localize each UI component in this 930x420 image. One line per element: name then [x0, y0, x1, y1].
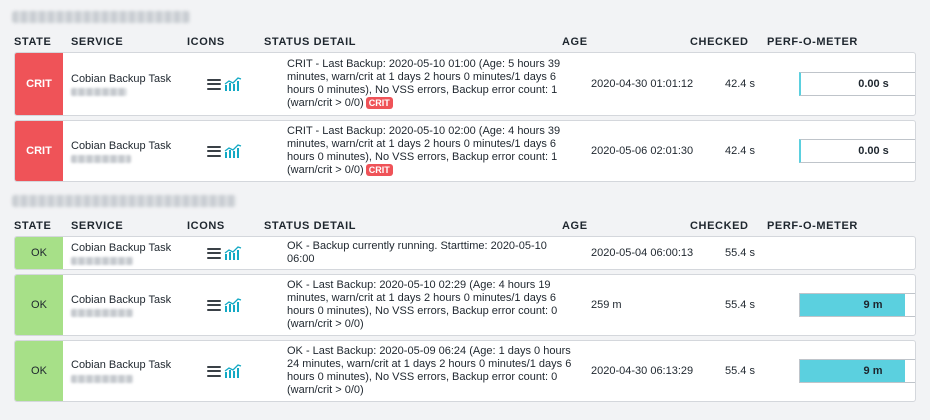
- perf-cell: 0.00 s: [799, 121, 915, 181]
- graph-icon[interactable]: [224, 246, 242, 260]
- status-detail-cell: OK - Last Backup: 2020-05-10 02:29 (Age:…: [279, 275, 579, 335]
- blurred-host-name: [12, 11, 190, 23]
- host-group-2: STATE SERVICE ICONS STATUS DETAIL AGE CH…: [0, 190, 930, 402]
- perf-value: 0.00 s: [858, 145, 889, 157]
- graph-icon[interactable]: [224, 144, 242, 158]
- menu-icon[interactable]: [207, 365, 221, 377]
- perf-value: 9 m: [863, 365, 883, 377]
- service-cell: Cobian Backup Task: [63, 121, 197, 181]
- menu-icon[interactable]: [207, 78, 221, 90]
- icons-cell: [197, 121, 279, 181]
- perf-value: 9 m: [863, 299, 883, 311]
- col-checked-header[interactable]: CHECKED: [690, 220, 767, 232]
- blurred-service-suffix: [71, 256, 133, 265]
- col-age-header[interactable]: AGE: [562, 220, 690, 232]
- menu-icon[interactable]: [207, 247, 221, 259]
- table-header: STATE SERVICE ICONS STATUS DETAIL AGE CH…: [0, 32, 930, 52]
- blurred-host-name: [12, 195, 236, 207]
- age-cell: 2020-04-30 06:13:29: [591, 365, 694, 377]
- status-detail-text: OK - Last Backup: 2020-05-10 02:29 (Age:…: [287, 279, 558, 330]
- service-name-link[interactable]: Cobian Backup Task: [71, 359, 189, 372]
- graph-icon[interactable]: [224, 364, 242, 378]
- checked-cell: 55.4 s: [725, 299, 755, 311]
- col-state-header[interactable]: STATE: [14, 220, 71, 232]
- checked-cell: 42.4 s: [725, 145, 755, 157]
- graph-icon[interactable]: [224, 77, 242, 91]
- service-name-link[interactable]: Cobian Backup Task: [71, 294, 189, 307]
- perf-o-meter[interactable]: 0.00 s: [799, 139, 915, 163]
- status-detail-text: CRIT - Last Backup: 2020-05-10 02:00 (Ag…: [287, 125, 561, 176]
- service-cell: Cobian Backup Task: [63, 53, 197, 115]
- col-icons-header: ICONS: [187, 220, 225, 232]
- table-row: OK Cobian Backup Task OK - Last Backup: …: [14, 340, 916, 402]
- icons-cell: [197, 237, 279, 269]
- perf-o-meter[interactable]: 9 m: [799, 293, 915, 317]
- status-detail-text: OK - Last Backup: 2020-05-09 06:24 (Age:…: [287, 345, 572, 396]
- col-perf-header: PERF-O-METER: [767, 220, 858, 232]
- perf-cell: 0.00 s: [799, 53, 915, 115]
- menu-icon[interactable]: [207, 299, 221, 311]
- state-badge: CRIT: [15, 53, 63, 115]
- perf-o-meter[interactable]: 9 m: [799, 359, 915, 383]
- blurred-service-suffix: [71, 375, 133, 383]
- status-detail-cell: CRIT - Last Backup: 2020-05-10 01:00 (Ag…: [279, 53, 579, 115]
- service-name-link[interactable]: Cobian Backup Task: [71, 242, 189, 255]
- crit-badge: CRIT: [365, 164, 393, 176]
- status-detail-cell: OK - Backup currently running. Starttime…: [279, 237, 579, 269]
- status-detail-cell: CRIT - Last Backup: 2020-05-10 02:00 (Ag…: [279, 121, 579, 181]
- age-cell: 2020-05-04 06:00:13: [591, 247, 694, 259]
- table-row: OK Cobian Backup Task OK - Last Backup: …: [14, 274, 916, 336]
- status-detail-cell: OK - Last Backup: 2020-05-09 06:24 (Age:…: [279, 341, 579, 401]
- icons-cell: [197, 275, 279, 335]
- perf-cell: 9 m: [799, 341, 915, 401]
- menu-icon[interactable]: [207, 145, 221, 157]
- service-cell: Cobian Backup Task: [63, 341, 197, 401]
- perf-cell: [799, 237, 915, 269]
- state-badge: CRIT: [15, 121, 63, 181]
- icons-cell: [197, 341, 279, 401]
- age-cell: 259 m: [591, 299, 622, 311]
- host-group-title[interactable]: [12, 6, 930, 28]
- col-service-header[interactable]: SERVICE: [71, 220, 187, 232]
- state-badge: OK: [15, 237, 63, 269]
- service-name-link[interactable]: Cobian Backup Task: [71, 140, 189, 153]
- status-detail-text: CRIT - Last Backup: 2020-05-10 01:00 (Ag…: [287, 58, 561, 109]
- status-detail-text: OK - Backup currently running. Starttime…: [287, 240, 547, 265]
- col-age-header[interactable]: AGE: [562, 36, 690, 48]
- checked-cell: 55.4 s: [725, 365, 755, 377]
- blurred-service-suffix: [71, 308, 133, 317]
- blurred-service-suffix: [71, 154, 131, 163]
- state-badge: OK: [15, 275, 63, 335]
- table-row: CRIT Cobian Backup Task CRIT - Last Back…: [14, 120, 916, 182]
- blurred-service-suffix: [71, 87, 127, 96]
- service-name-link[interactable]: Cobian Backup Task: [71, 73, 189, 86]
- table-row: CRIT Cobian Backup Task CRIT - Last Back…: [14, 52, 916, 116]
- table-row: OK Cobian Backup Task OK - Backup curren…: [14, 236, 916, 270]
- perf-cell: 9 m: [799, 275, 915, 335]
- col-status-detail-header[interactable]: STATUS DETAIL: [264, 220, 562, 232]
- col-icons-header: ICONS: [187, 36, 225, 48]
- col-checked-header[interactable]: CHECKED: [690, 36, 767, 48]
- age-cell: 2020-05-06 02:01:30: [591, 145, 694, 157]
- table-header: STATE SERVICE ICONS STATUS DETAIL AGE CH…: [0, 216, 930, 236]
- state-badge: OK: [15, 341, 63, 401]
- age-cell: 2020-04-30 01:01:12: [591, 78, 694, 90]
- icons-cell: [197, 53, 279, 115]
- checked-cell: 42.4 s: [725, 78, 755, 90]
- col-service-header[interactable]: SERVICE: [71, 36, 187, 48]
- checked-cell: 55.4 s: [725, 247, 755, 259]
- col-perf-header: PERF-O-METER: [767, 36, 858, 48]
- perf-value: 0.00 s: [858, 78, 889, 90]
- host-group-1: STATE SERVICE ICONS STATUS DETAIL AGE CH…: [0, 6, 930, 182]
- graph-icon[interactable]: [224, 298, 242, 312]
- col-status-detail-header[interactable]: STATUS DETAIL: [264, 36, 562, 48]
- col-state-header[interactable]: STATE: [14, 36, 71, 48]
- service-cell: Cobian Backup Task: [63, 237, 197, 269]
- service-cell: Cobian Backup Task: [63, 275, 197, 335]
- perf-o-meter[interactable]: 0.00 s: [799, 72, 915, 96]
- crit-badge: CRIT: [365, 97, 393, 109]
- host-group-title[interactable]: [12, 190, 930, 212]
